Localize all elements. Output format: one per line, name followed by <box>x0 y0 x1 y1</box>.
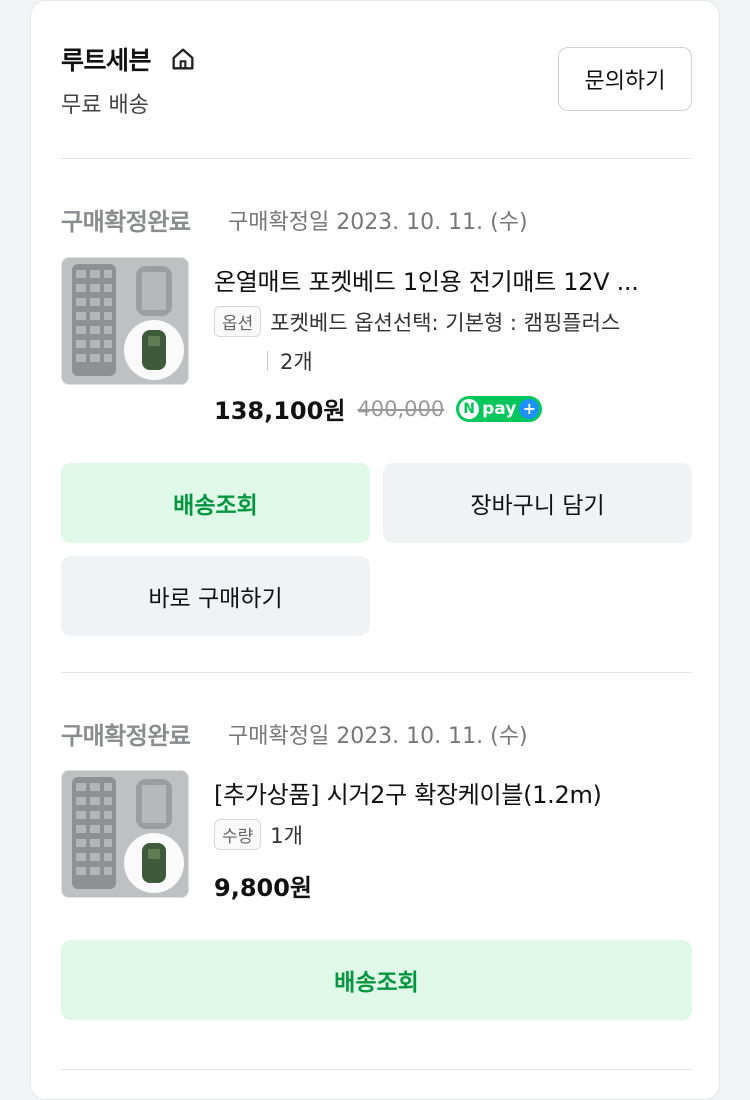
quantity-tag: 수량 <box>214 819 262 850</box>
add-to-cart-button[interactable]: 장바구니 담기 <box>383 463 692 543</box>
quantity: 2개 <box>280 350 313 374</box>
separator <box>267 351 268 371</box>
order-card: 루트세븐 무료 배송 문의하기 구매확정완료 구매확정일 2023. 10. 1… <box>30 0 720 1100</box>
divider <box>61 1069 692 1070</box>
buy-now-button[interactable]: 바로 구매하기 <box>61 556 370 636</box>
confirm-date: 구매확정일 2023. 10. 11. (수) <box>228 210 528 235</box>
npay-badge: Npay + <box>456 395 543 422</box>
divider <box>61 158 692 159</box>
original-price: 400,000 <box>357 396 445 421</box>
confirm-date: 구매확정일 2023. 10. 11. (수) <box>228 724 528 749</box>
price: 9,800원 <box>214 874 312 902</box>
divider <box>61 672 692 673</box>
order-status: 구매확정완료 <box>61 208 191 236</box>
store-name[interactable]: 루트세븐 <box>61 41 152 77</box>
track-delivery-button[interactable]: 배송조회 <box>61 940 692 1020</box>
quantity: 1개 <box>270 823 303 848</box>
home-icon[interactable] <box>169 45 197 73</box>
product-thumbnail[interactable] <box>61 257 189 385</box>
price: 138,100원 <box>214 397 346 425</box>
product-thumbnail[interactable] <box>61 770 189 898</box>
product-title[interactable]: [추가상품] 시거2구 확장케이블(1.2m) <box>214 775 602 810</box>
track-delivery-button[interactable]: 배송조회 <box>61 463 370 543</box>
plus-icon: + <box>519 398 540 419</box>
npay-n-icon: N <box>459 398 480 419</box>
option-text: 포켓베드 옵션선택: 기본형 : 캠핑플러스 <box>270 310 621 335</box>
shipping-info: 무료 배송 <box>61 93 149 118</box>
product-title[interactable]: 온열매트 포켓베드 1인용 전기매트 12V ... <box>214 262 639 297</box>
option-tag: 옵션 <box>214 306 262 337</box>
order-status: 구매확정완료 <box>61 722 191 750</box>
inquiry-button[interactable]: 문의하기 <box>558 47 692 111</box>
